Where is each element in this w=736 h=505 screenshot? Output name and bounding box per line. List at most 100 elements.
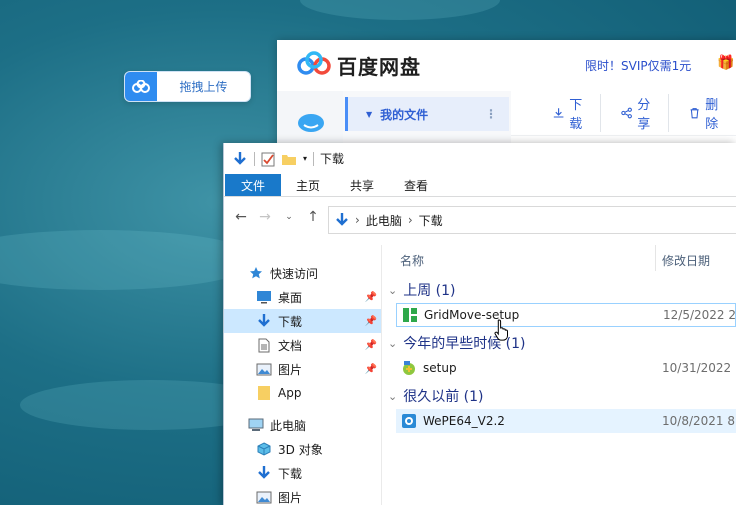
delete-button[interactable]: 删除 [679,94,736,132]
more-icon[interactable]: ⋮ [485,107,497,121]
gift-icon[interactable]: 🎁 [717,55,734,71]
nav-pictures[interactable]: 图片 📌 [224,357,381,381]
nav-my-files[interactable]: ▼ 我的文件 ⋮ [345,97,509,131]
setup-installer-icon [401,360,417,376]
drag-upload-widget[interactable]: 拖拽上传 [124,71,251,102]
group-header[interactable]: ⌄ 上周 (1) [388,279,456,301]
tab-file[interactable]: 文件 [225,174,282,196]
new-folder-icon[interactable] [281,152,297,166]
nav-label: 下载 [278,466,303,481]
download-arrow-icon[interactable] [232,151,248,167]
separator [313,151,315,166]
download-button[interactable]: 下载 [543,94,601,132]
nav-label: 桌面 [278,290,303,305]
hand-cursor-icon [494,319,508,341]
nav-my-files-label: 我的文件 [380,107,429,122]
file-date: 10/31/2022 1 [662,361,736,375]
nav-app-folder[interactable]: App [224,381,381,405]
download-folder-icon [256,465,272,481]
window-title: 下载 [320,152,345,166]
desktop-icon [256,289,272,305]
nav-downloads[interactable]: 下载 📌 [224,309,381,333]
nav-label: 文档 [278,338,303,353]
nav-label: 3D 对象 [278,442,323,457]
chevron-down-icon: ⌄ [388,336,398,350]
svip-promo-link[interactable]: 限时！SVIP仅需1元 [585,57,691,74]
breadcrumb-this-pc[interactable]: 此电脑 [366,212,402,229]
download-arrow-icon [336,213,348,226]
nav-quick-access[interactable]: 快速访问 [224,261,381,285]
pictures-icon [256,361,272,377]
nav-label: 图片 [278,490,303,505]
tab-view[interactable]: 查看 [389,174,443,196]
column-name-header[interactable]: 名称 [400,252,424,269]
download-folder-icon [256,313,272,329]
pin-icon[interactable]: 📌 [365,340,377,351]
file-date: 12/5/2022 2:4 [663,308,736,322]
nav-this-pc[interactable]: 此电脑 [224,413,381,437]
nav-3d-objects[interactable]: 3D 对象 [224,437,381,461]
file-row[interactable]: WePE64_V2.2 10/8/2021 8:0 [396,409,736,433]
background-wave [0,230,260,290]
recent-locations-button[interactable]: ⌄ [282,212,296,222]
nav-downloads-pc[interactable]: 下载 [224,461,381,485]
chevron-right-icon[interactable]: › [408,213,413,227]
file-name: setup [423,361,457,375]
drag-upload-label: 拖拽上传 [179,80,228,94]
address-bar[interactable]: › 此电脑 › 下载 [328,206,736,234]
gridmove-app-icon [402,307,418,323]
3d-objects-icon [256,441,272,457]
caret-down-icon: ▼ [366,109,373,119]
app-title: 百度网盘 [337,55,421,79]
file-explorer-window: ▾ 下载 文件 主页 共享 查看 ← → ⌄ ↑ › 此电脑 › 下载 快速访问… [223,143,736,505]
pane-divider[interactable] [381,245,382,505]
up-button[interactable]: ↑ [306,209,320,225]
nav-pictures-pc[interactable]: 图片 [224,485,381,505]
ribbon-tabs: 文件 主页 共享 查看 [224,174,736,197]
folder-icon [256,385,272,401]
quick-access-toolbar: ▾ 下载 [224,143,736,174]
baidu-netdisk-logo-icon [297,51,331,80]
back-button[interactable]: ← [234,209,248,225]
cloud-icon[interactable] [297,111,325,133]
navigation-pane: 快速访问 桌面 📌 下载 📌 文档 📌 图片 📌 App 此电脑 3D 对象 下… [224,245,381,505]
separator [254,151,255,166]
tab-home[interactable]: 主页 [281,174,335,196]
breadcrumb-downloads[interactable]: 下载 [419,212,443,229]
file-toolbar: 下载 分享 删除 [511,91,736,136]
document-icon [256,337,272,353]
wepe-app-icon [401,413,417,429]
file-date: 10/8/2021 8:0 [662,414,736,428]
nav-label: 图片 [278,362,303,377]
pin-icon[interactable]: 📌 [365,364,377,375]
computer-icon [248,417,264,433]
download-button-label: 下载 [569,98,583,132]
background-wave [300,0,500,20]
customize-dropdown-icon[interactable]: ▾ [303,154,307,163]
delete-button-label: 删除 [705,98,719,132]
nav-documents[interactable]: 文档 📌 [224,333,381,357]
download-icon [553,108,564,118]
nav-desktop[interactable]: 桌面 📌 [224,285,381,309]
baidu-logo-icon [125,72,157,101]
share-button[interactable]: 分享 [611,94,669,132]
pin-icon[interactable]: 📌 [365,292,377,303]
properties-icon[interactable] [261,151,275,167]
file-row[interactable]: setup 10/31/2022 1 [396,356,736,380]
share-icon [621,107,632,119]
nav-label: 此电脑 [270,418,307,433]
star-icon [248,265,264,281]
group-header[interactable]: ⌄ 很久以前 (1) [388,385,484,407]
group-label: 很久以前 (1) [403,389,484,405]
column-modified-header[interactable]: 修改日期 [662,252,710,269]
chevron-right-icon[interactable]: › [355,213,360,227]
file-row[interactable]: GridMove-setup 12/5/2022 2:4 [396,303,736,327]
file-name: WePE64_V2.2 [423,414,505,428]
column-resize-handle[interactable] [655,245,656,271]
forward-button[interactable]: → [258,209,272,225]
tab-share[interactable]: 共享 [335,174,389,196]
group-label: 上周 (1) [403,283,456,299]
baidu-netdisk-window: 百度网盘 限时！SVIP仅需1元 🎁 ▼ 我的文件 ⋮ 下载 分享 删除 [277,40,736,160]
column-headers: 名称 修改日期 [382,245,736,271]
pin-icon[interactable]: 📌 [365,316,377,327]
